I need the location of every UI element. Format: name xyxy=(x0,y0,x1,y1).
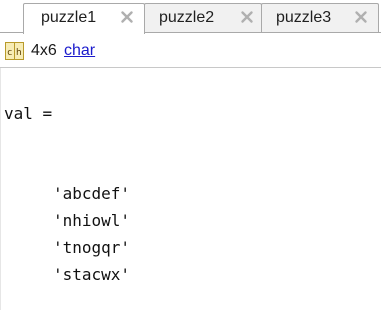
svg-text:h: h xyxy=(16,48,22,58)
tab-label: puzzle1 xyxy=(41,9,97,26)
content-left-border xyxy=(0,68,1,310)
variable-info-bar xyxy=(0,33,381,67)
tab-label: puzzle3 xyxy=(276,9,332,26)
close-icon[interactable] xyxy=(354,10,368,24)
svg-text:c: c xyxy=(7,48,12,58)
tab-puzzle3[interactable]: puzzle3 xyxy=(261,3,379,32)
char-array-row: 'abcdef' xyxy=(53,184,131,203)
tab-puzzle2[interactable]: puzzle2 xyxy=(144,3,262,32)
close-icon[interactable] xyxy=(240,10,254,24)
close-icon[interactable] xyxy=(120,10,134,24)
array-dimensions: 4x6 xyxy=(31,42,57,59)
tab-label: puzzle2 xyxy=(159,9,215,26)
variable-viewer-window: puzzle1 puzzle2 puzzle3 c h 4x6 char val… xyxy=(0,0,381,310)
char-array-row: 'stacwx' xyxy=(53,265,131,284)
class-link[interactable]: char xyxy=(64,42,95,60)
tab-puzzle1[interactable]: puzzle1 xyxy=(23,3,145,34)
char-array-icon: c h xyxy=(5,42,24,60)
document-tab-bar: puzzle1 puzzle2 puzzle3 xyxy=(0,0,381,34)
char-array-row: 'nhiowl' xyxy=(53,211,131,230)
variable-assignment: val = xyxy=(4,104,53,123)
char-array-row: 'tnogqr' xyxy=(53,238,131,257)
